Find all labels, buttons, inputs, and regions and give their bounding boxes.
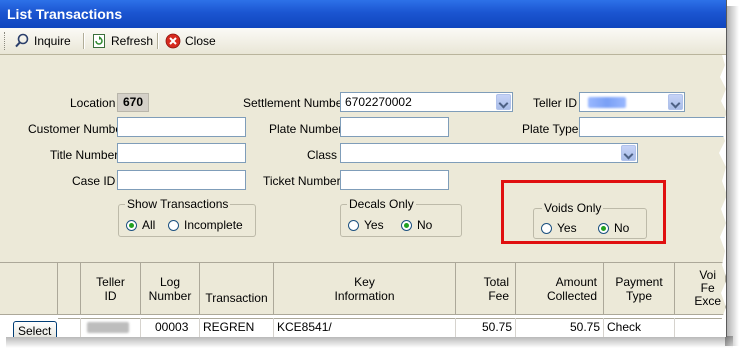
refresh-icon bbox=[91, 33, 107, 49]
decals-no-label: No bbox=[417, 218, 433, 232]
table-cell bbox=[58, 318, 81, 337]
show-transactions-group: Show Transactions All Incomplete bbox=[118, 197, 256, 237]
title-number-label: Title Number bbox=[50, 148, 119, 162]
redacted-teller-id bbox=[588, 97, 626, 108]
toolbar: Inquire Refresh Close bbox=[0, 28, 726, 55]
case-id-label: Case ID bbox=[72, 174, 116, 188]
transaction-cell: REGREN bbox=[200, 318, 274, 337]
log-number-cell: 00003 bbox=[141, 318, 200, 337]
radio-unselected-icon bbox=[348, 219, 359, 231]
decals-yes-label: Yes bbox=[364, 218, 384, 232]
class-label: Class bbox=[307, 148, 338, 162]
payment-type-cell: Check bbox=[604, 318, 675, 337]
payment-type-column-header[interactable]: Payment Type bbox=[604, 263, 675, 315]
settlement-number-select[interactable]: 6702270002 bbox=[340, 92, 513, 112]
customer-number-label: Customer Number bbox=[28, 122, 127, 136]
location-label: Location bbox=[70, 96, 116, 110]
row-selector-header bbox=[0, 263, 58, 315]
chevron-down-icon[interactable] bbox=[668, 94, 683, 110]
log-number-column-header[interactable]: Log Number bbox=[141, 263, 200, 315]
decals-no-radio[interactable]: No bbox=[401, 218, 432, 232]
toolbar-separator bbox=[157, 33, 159, 49]
magnifier-icon bbox=[14, 33, 30, 49]
ticket-number-field[interactable] bbox=[340, 170, 449, 190]
voids-only-highlight bbox=[501, 180, 666, 244]
customer-number-field[interactable] bbox=[117, 117, 246, 137]
close-button[interactable]: Close bbox=[165, 31, 216, 51]
decals-only-legend: Decals Only bbox=[347, 197, 416, 211]
decals-only-group: Decals Only Yes No bbox=[340, 197, 462, 237]
class-select[interactable] bbox=[340, 143, 638, 163]
inquire-button[interactable]: Inquire bbox=[14, 31, 71, 51]
case-id-field[interactable] bbox=[117, 170, 246, 190]
plate-number-label: Plate Number bbox=[269, 122, 343, 136]
title-bar: List Transactions bbox=[0, 0, 726, 28]
teller-id-select[interactable] bbox=[579, 92, 685, 112]
decals-yes-radio[interactable]: Yes bbox=[348, 218, 384, 232]
settlement-number-label: Settlement Number bbox=[243, 96, 347, 110]
radio-unselected-icon bbox=[168, 219, 179, 231]
blank-header bbox=[58, 263, 81, 315]
window-title: List Transactions bbox=[7, 6, 123, 22]
key-information-column-header[interactable]: Key Information bbox=[274, 263, 456, 315]
select-row-button[interactable]: Select bbox=[13, 321, 57, 337]
key-information-cell: KCE8541/ bbox=[274, 318, 456, 337]
amount-collected-cell: 50.75 bbox=[516, 318, 604, 337]
title-number-field[interactable] bbox=[117, 143, 246, 163]
toolbar-separator bbox=[83, 33, 85, 49]
show-incomplete-label: Incomplete bbox=[184, 218, 243, 232]
list-transactions-window: List Transactions Inquire Refresh Close … bbox=[0, 0, 727, 337]
inquire-label: Inquire bbox=[34, 34, 71, 48]
transaction-column-header[interactable]: Transaction bbox=[200, 263, 274, 315]
redacted-teller-id bbox=[87, 322, 129, 333]
refresh-button[interactable]: Refresh bbox=[91, 31, 153, 51]
teller-id-column-header[interactable]: Teller ID bbox=[81, 263, 141, 315]
show-incomplete-radio[interactable]: Incomplete bbox=[168, 218, 243, 232]
teller-id-cell bbox=[81, 318, 141, 337]
plate-number-field[interactable] bbox=[340, 117, 449, 137]
teller-id-label: Teller ID bbox=[533, 96, 578, 110]
ticket-number-label: Ticket Number bbox=[263, 174, 341, 188]
show-transactions-legend: Show Transactions bbox=[125, 197, 231, 211]
close-icon bbox=[165, 33, 181, 49]
total-fee-cell: 50.75 bbox=[456, 318, 516, 337]
radio-selected-icon bbox=[401, 219, 412, 231]
refresh-label: Refresh bbox=[111, 34, 154, 48]
show-all-label: All bbox=[142, 218, 156, 232]
location-value: 670 bbox=[117, 93, 149, 112]
show-all-radio[interactable]: All bbox=[126, 218, 155, 232]
toolbar-grip bbox=[4, 32, 8, 50]
total-fee-column-header[interactable]: Total Fee bbox=[456, 263, 516, 315]
settlement-number-value: 6702270002 bbox=[345, 95, 412, 109]
plate-type-label: Plate Type bbox=[522, 122, 579, 136]
torn-edge bbox=[719, 55, 726, 337]
close-label: Close bbox=[185, 34, 216, 48]
chevron-down-icon[interactable] bbox=[496, 94, 511, 110]
chevron-down-icon[interactable] bbox=[621, 145, 636, 161]
transactions-grid: Teller ID Log Number Transaction Key Inform… bbox=[0, 262, 726, 337]
amount-collected-column-header[interactable]: Amount Collected bbox=[516, 263, 604, 315]
radio-selected-icon bbox=[126, 219, 137, 231]
